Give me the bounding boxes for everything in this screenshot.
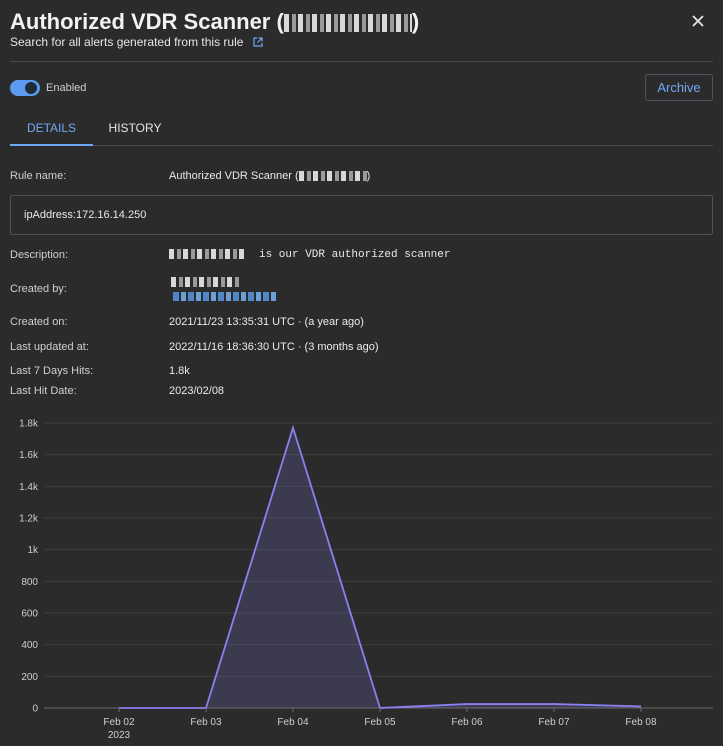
rule-name-label: Rule name: (10, 170, 67, 182)
x-axis-ticks: Feb 02 Feb 03 Feb 04 Feb 05 Feb 06 Feb 07 Feb … (103, 708, 657, 741)
redacted-rule-name-id (298, 171, 367, 182)
created-by-label: Created by: (10, 283, 67, 295)
created-on-value: 2021/11/23 13:35:31 UTC · (a year ago) (169, 316, 364, 328)
header-divider (10, 61, 713, 62)
rule-query: ipAddress:172.16.14.250 (10, 195, 713, 235)
y-axis-ticks: 0 200 400 600 800 1k 1.2k 1.4k 1.6k 1.8k (19, 419, 39, 715)
redacted-rule-id (283, 14, 412, 33)
description-label: Description: (10, 249, 69, 261)
x-tick-label: Feb 02 (103, 717, 135, 728)
redacted-creator-name (171, 277, 241, 287)
search-alerts-label[interactable]: Search for all alerts generated from thi… (10, 35, 243, 49)
tab-history[interactable]: HISTORY (100, 114, 170, 144)
last-hit-label: Last Hit Date: (10, 385, 77, 397)
hits-label: Last 7 Days Hits: (10, 365, 94, 377)
archive-button[interactable]: Archive (645, 74, 713, 101)
hits-line (119, 424, 642, 709)
y-tick-label: 1.8k (19, 419, 39, 430)
y-tick-label: 1.2k (19, 514, 39, 525)
rule-name-close-paren: ) (366, 170, 371, 182)
y-tick-label: 1.4k (19, 482, 39, 493)
x-tick-label: Feb 03 (190, 717, 222, 728)
x-tick-label: Feb 07 (538, 717, 570, 728)
y-tick-label: 1.6k (19, 450, 39, 461)
redacted-description-host (169, 249, 245, 260)
hits-area (119, 427, 641, 708)
y-tick-label: 800 (21, 577, 38, 588)
description-value: is our VDR authorized scanner (169, 249, 450, 261)
y-tick-label: 200 (21, 672, 38, 683)
title-row: Authorized VDR Scanner () (10, 8, 713, 38)
chart-grid (44, 422, 713, 709)
last-updated-label: Last updated at: (10, 341, 89, 353)
external-link-icon[interactable] (253, 37, 263, 47)
enabled-toggle[interactable] (10, 80, 40, 96)
x-tick-label: Feb 05 (364, 717, 396, 728)
close-icon[interactable] (687, 10, 709, 32)
last-hit-value: 2023/02/08 (169, 385, 225, 397)
x-tick-label: Feb 08 (625, 717, 657, 728)
x-year-label: 2023 (108, 730, 131, 741)
rule-name-value: Authorized VDR Scanner () (169, 170, 370, 182)
page-title: Authorized VDR Scanner () (10, 9, 419, 34)
description-text: is our VDR authorized scanner (259, 249, 451, 261)
last-updated-value: 2022/11/16 18:36:30 UTC · (3 months ago) (169, 341, 379, 353)
search-alerts-link[interactable]: Search for all alerts generated from thi… (10, 35, 263, 49)
created-on-label: Created on: (10, 316, 68, 328)
tab-details[interactable]: DETAILS (10, 114, 93, 146)
hits-chart: 02004006008001k1.2k1.4k1.6k1.8k Feb 02 Fe… (19, 419, 713, 741)
rule-name-text: Authorized VDR Scanner ( (169, 170, 299, 182)
y-tick-label: 600 (21, 609, 38, 620)
x-tick-label: Feb 04 (277, 717, 309, 728)
x-tick-label: Feb 06 (451, 717, 483, 728)
title-close-paren: ) (411, 9, 420, 34)
toggle-knob (25, 82, 37, 94)
hits-value: 1.8k (169, 365, 190, 377)
redacted-creator-email (173, 292, 277, 301)
toggle-label: Enabled (46, 82, 87, 94)
tab-bar: DETAILS HISTORY (10, 114, 713, 146)
y-tick-label: 0 (32, 704, 38, 715)
y-tick-label: 400 (21, 640, 38, 651)
title-text: Authorized VDR Scanner ( (10, 9, 284, 34)
y-tick-label: 1k (27, 545, 39, 556)
